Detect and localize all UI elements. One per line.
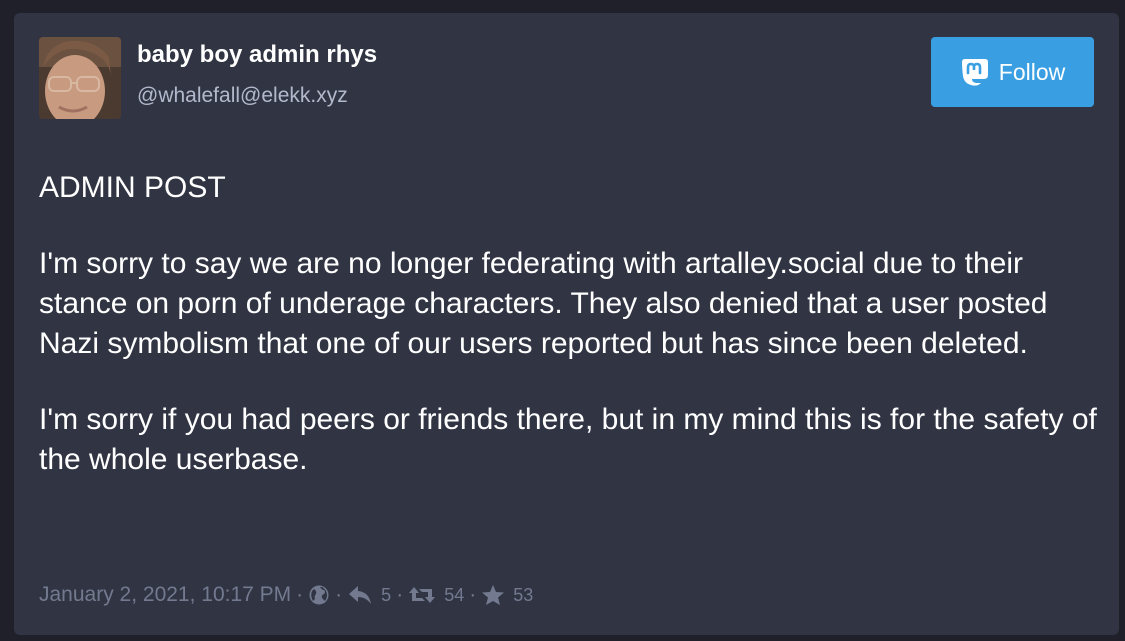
account-handle[interactable]: @whalefall@elekk.xyz [137, 84, 348, 108]
post-paragraph: I'm sorry to say we are no longer federa… [39, 247, 1048, 360]
mastodon-icon [960, 56, 990, 88]
boost-icon[interactable] [408, 584, 436, 606]
post-meta: January 2, 2021, 10:17 PM · · 5 · 54 · 5… [39, 578, 533, 612]
star-icon[interactable] [481, 584, 505, 606]
globe-icon [308, 584, 330, 606]
post-card: baby boy admin rhys @whalefall@elekk.xyz… [14, 13, 1119, 635]
avatar-image [39, 37, 121, 119]
reply-count: 5 [381, 584, 392, 605]
post-paragraph: I'm sorry if you had peers or friends th… [39, 403, 1097, 476]
separator: · [469, 583, 477, 606]
post-content: ADMIN POST I'm sorry to say we are no lo… [39, 168, 1104, 516]
separator: · [335, 583, 343, 606]
boost-count: 54 [444, 584, 465, 605]
display-name[interactable]: baby boy admin rhys [137, 41, 377, 69]
follow-button[interactable]: Follow [931, 37, 1094, 107]
separator: · [296, 583, 304, 606]
post-paragraph: ADMIN POST [39, 171, 226, 204]
reply-icon[interactable] [347, 584, 373, 606]
follow-label: Follow [998, 58, 1066, 85]
avatar[interactable] [39, 37, 121, 119]
favourite-count: 53 [513, 584, 534, 605]
separator: · [396, 583, 404, 606]
post-timestamp[interactable]: January 2, 2021, 10:17 PM [39, 583, 291, 607]
